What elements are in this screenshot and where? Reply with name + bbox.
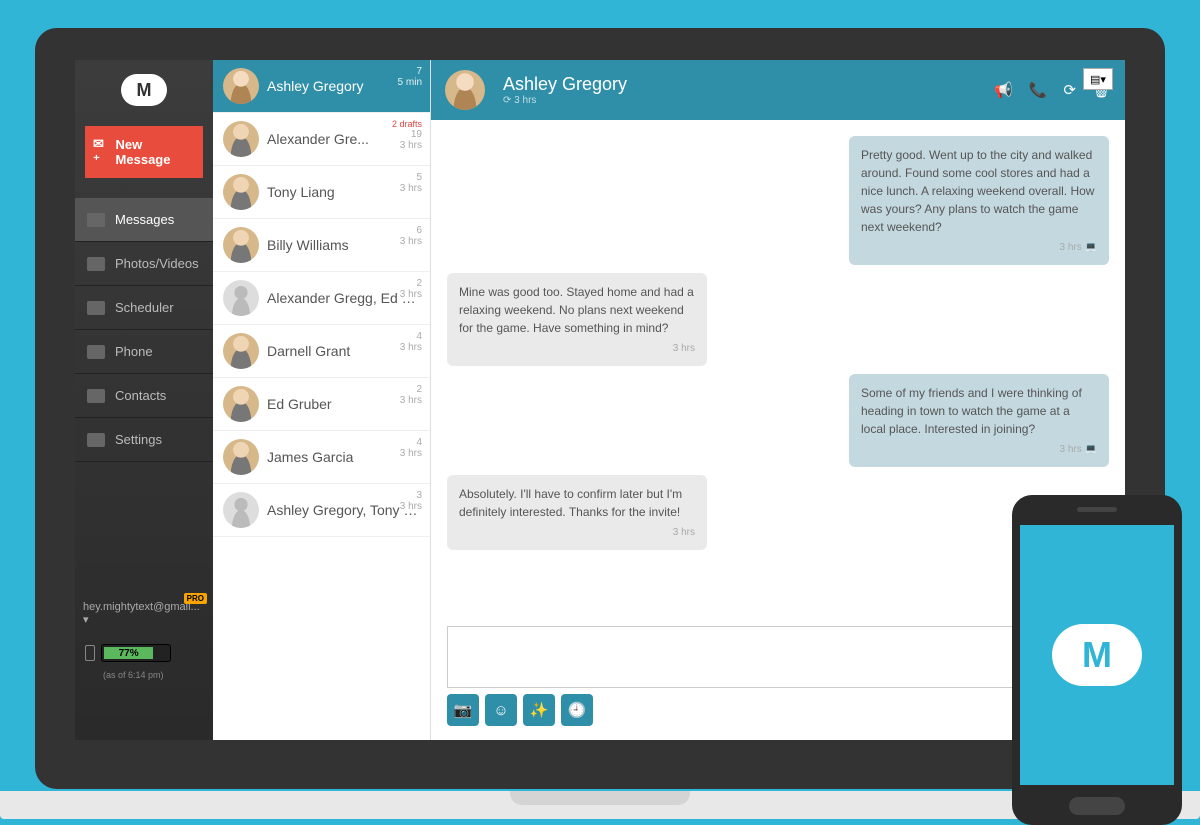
conversation-item[interactable]: Tony Liang53 hrs [213,166,430,219]
conversation-avatar [223,68,259,104]
schedule-button[interactable]: 🕘 [561,694,593,726]
message-incoming: Absolutely. I'll have to confirm later b… [447,475,707,550]
sidebar: M ✉⁺ New Message Messages Photos/Videos Sc… [75,60,213,740]
conversation-item[interactable]: Ed Gruber23 hrs [213,378,430,431]
nav-label: Phone [115,344,153,359]
announce-icon[interactable]: 📢 [994,81,1013,99]
laptop-frame: M ✉⁺ New Message Messages Photos/Videos Sc… [35,28,1165,789]
conversation-meta: 33 hrs [400,490,422,512]
conversation-avatar [223,227,259,263]
nav-icon [87,389,105,403]
message-text: Absolutely. I'll have to confirm later b… [459,485,695,521]
nav-phone[interactable]: Phone [75,330,213,374]
message-timestamp: 3 hrs [459,341,695,356]
nav-label: Contacts [115,388,166,403]
account-email-text: hey.mightytext@gmail... [83,601,200,613]
camera-button[interactable]: 📷 [447,694,479,726]
message-text: Pretty good. Went up to the city and wal… [861,146,1097,236]
conversation-meta: 43 hrs [400,437,422,459]
nav-contacts[interactable]: Contacts [75,374,213,418]
chat-header: Ashley Gregory ⟳ 3 hrs 📢 📞 ⟳ 🗑 [431,60,1125,120]
conversation-avatar [223,280,259,316]
conversation-item[interactable]: James Garcia43 hrs [213,431,430,484]
nav-icon [87,433,105,447]
nav-label: Settings [115,432,162,447]
nav-settings[interactable]: Settings [75,418,213,462]
magic-button[interactable]: ✨ [523,694,555,726]
conversation-meta: 23 hrs [400,384,422,406]
nav-icon [87,345,105,359]
conversation-meta: 63 hrs [400,225,422,247]
conversation-item[interactable]: Darnell Grant43 hrs [213,325,430,378]
account-email[interactable]: PRO hey.mightytext@gmail... ▾ [75,591,213,636]
nav-icon [87,257,105,271]
battery-indicator: 77% [75,636,213,670]
nav-photos-videos[interactable]: Photos/Videos [75,242,213,286]
conversation-avatar [223,386,259,422]
battery-timestamp: (as of 6:14 pm) [75,670,213,680]
message-input[interactable] [447,626,1109,688]
message-text: Some of my friends and I were thinking o… [861,384,1097,438]
conversation-avatar [223,333,259,369]
conversation-name: Ed Gruber [267,396,420,412]
battery-percent: 77% [104,647,153,659]
conversation-name: Alexander Gregg, Ed Gruber [267,290,420,306]
conversation-avatar [223,439,259,475]
compose-icon: ✉⁺ [93,136,110,168]
emoji-button[interactable]: ☺ [485,694,517,726]
message-timestamp: 3 hrs [861,442,1097,457]
conversation-item[interactable]: Alexander Gregg, Ed Gruber23 hrs [213,272,430,325]
logo-icon: M [121,74,167,106]
conversation-name: Ashley Gregory, Tony Liang [267,502,420,518]
conversation-item[interactable]: Ashley Gregory75 min [213,60,430,113]
phone-icon [85,645,95,661]
refresh-icon[interactable]: ⟳ [1063,81,1076,99]
conversation-item[interactable]: Ashley Gregory, Tony Liang33 hrs [213,484,430,537]
call-icon[interactable]: 📞 [1029,81,1048,99]
conversation-avatar [223,121,259,157]
nav-messages[interactable]: Messages [75,198,213,242]
conversation-meta: 75 min [398,66,422,88]
app-logo: M [75,60,213,120]
nav-label: Scheduler [115,300,174,315]
nav-scheduler[interactable]: Scheduler [75,286,213,330]
message-timestamp: 3 hrs [861,240,1097,255]
message-timestamp: 3 hrs [459,525,695,540]
new-message-button[interactable]: ✉⁺ New Message [85,126,203,178]
conversation-name: James Garcia [267,449,420,465]
chat-avatar [445,70,485,110]
nav-label: Photos/Videos [115,256,199,271]
nav-icon [87,301,105,315]
conversation-list: Ashley Gregory75 minAlexander Gre...2 dr… [213,60,431,740]
phone-mockup: M [1012,495,1182,825]
conversation-item[interactable]: Alexander Gre...2 drafts193 hrs [213,113,430,166]
chat-contact-name: Ashley Gregory [503,74,627,95]
view-toggle[interactable]: ▤▾ [1083,68,1113,90]
conversation-name: Tony Liang [267,184,420,200]
message-text: Mine was good too. Stayed home and had a… [459,283,695,337]
app-screen: M ✉⁺ New Message Messages Photos/Videos Sc… [75,60,1125,740]
sync-time: 3 hrs [514,95,536,106]
message-outgoing: Some of my friends and I were thinking o… [849,374,1109,467]
conversation-meta: 23 hrs [400,278,422,300]
message-incoming: Mine was good too. Stayed home and had a… [447,273,707,366]
conversation-meta: 53 hrs [400,172,422,194]
conversation-avatar [223,492,259,528]
conversation-name: Darnell Grant [267,343,420,359]
pro-badge: PRO [184,593,207,604]
conversation-item[interactable]: Billy Williams63 hrs [213,219,430,272]
conversation-meta: 43 hrs [400,331,422,353]
message-outgoing: Pretty good. Went up to the city and wal… [849,136,1109,265]
phone-logo-icon: M [1052,624,1142,686]
conversation-name: Billy Williams [267,237,420,253]
nav-icon [87,213,105,227]
conversation-avatar [223,174,259,210]
new-message-label: New Message [116,137,195,167]
conversation-meta: 2 drafts193 hrs [392,119,422,151]
nav-label: Messages [115,212,174,227]
